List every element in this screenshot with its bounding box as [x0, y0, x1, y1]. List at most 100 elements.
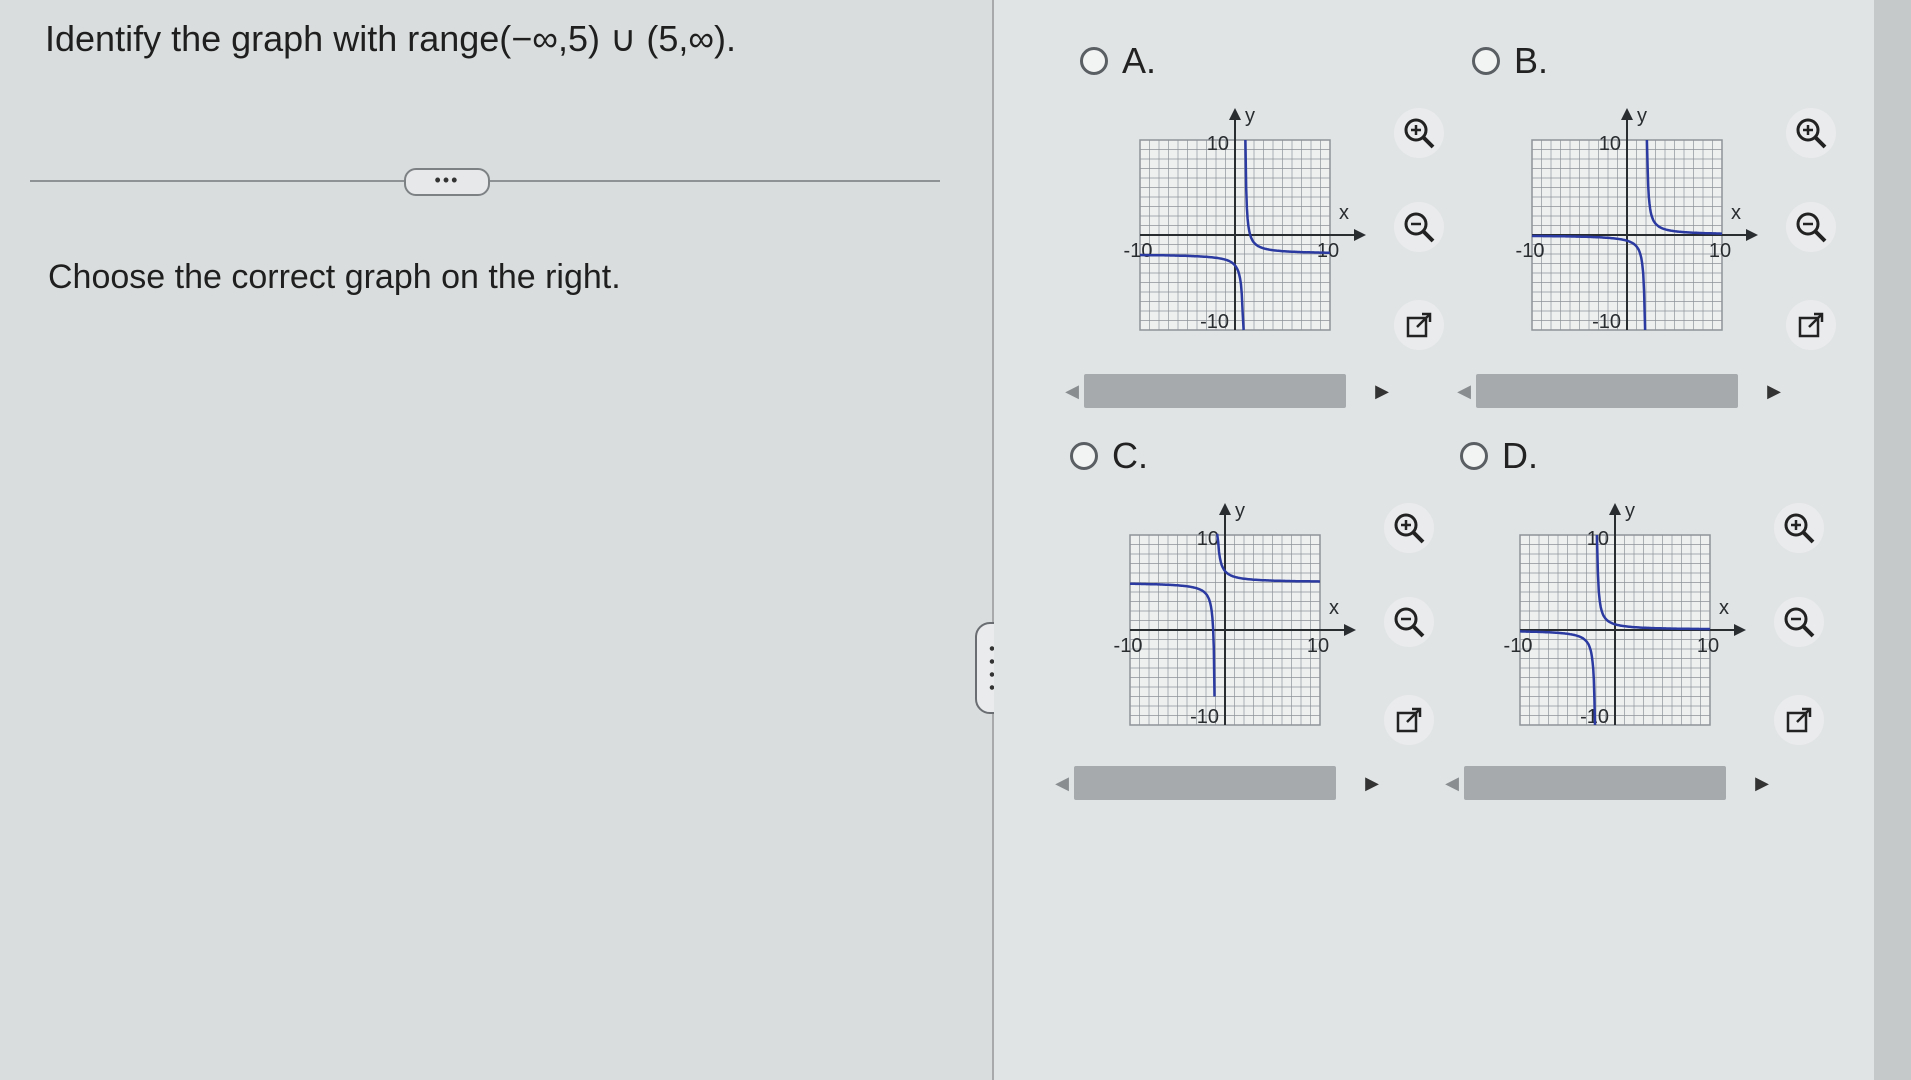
y-max-tick-label: 10: [1599, 133, 1621, 155]
zoom-out-icon: [1404, 212, 1435, 243]
scrollbar-d[interactable]: ◀ ▶: [1440, 765, 1774, 801]
option-c-label: C.: [1112, 435, 1148, 476]
graph-a: y x 10 -10 -10 10: [1110, 102, 1370, 352]
x-axis-arrow: [1354, 229, 1366, 241]
zoom-out-button-a[interactable]: [1394, 202, 1444, 252]
scroll-right-arrow-c[interactable]: ▶: [1360, 765, 1384, 801]
option-b-radio[interactable]: [1472, 47, 1500, 75]
y-axis-arrow: [1229, 108, 1241, 120]
scrollbar-c[interactable]: ◀ ▶: [1050, 765, 1384, 801]
graph-c-svg: yx10-10-10 10: [1114, 500, 1356, 728]
y-min-tick-label: -10: [1200, 311, 1229, 333]
option-a-label: A.: [1122, 40, 1157, 81]
scroll-right-arrow-a[interactable]: ▶: [1370, 373, 1394, 409]
answer-pane: A. y x 10 -10 -10 10 ◀ ▶ B. y x 10 -10 -10 10: [994, 0, 1874, 1080]
more-button[interactable]: •••: [404, 168, 490, 196]
question-pane: Identify the graph with range(−∞,5) ∪ (5…: [0, 0, 1000, 1080]
y-axis-arrow: [1609, 503, 1621, 515]
scroll-left-arrow-b[interactable]: ◀: [1452, 373, 1476, 409]
zoom-in-button-b[interactable]: [1786, 108, 1836, 158]
x-max-tick-label: 10: [1709, 240, 1731, 262]
popout-icon: [1406, 312, 1432, 338]
graph-b-svg: yx10-10-10 10: [1516, 105, 1758, 333]
zoom-in-icon: [1404, 118, 1435, 149]
x-axis-label: x: [1731, 202, 1741, 224]
option-d-label: D.: [1502, 435, 1538, 476]
option-d-radio[interactable]: [1460, 442, 1488, 470]
x-axis-arrow: [1344, 624, 1356, 636]
zoom-out-icon: [1394, 607, 1425, 638]
scroll-left-arrow-c[interactable]: ◀: [1050, 765, 1074, 801]
popout-button-b[interactable]: [1786, 300, 1836, 350]
x-max-tick-label: 10: [1317, 240, 1339, 262]
y-min-tick-label: -10: [1592, 311, 1621, 333]
zoom-out-button-d[interactable]: [1774, 597, 1824, 647]
graph-d: y x 10 -10 -10 10: [1490, 497, 1750, 747]
zoom-out-icon: [1784, 607, 1815, 638]
graph-c: y x 10 -10 -10 10: [1100, 497, 1360, 747]
y-max-tick-label: 10: [1197, 528, 1219, 550]
popout-icon: [1396, 707, 1422, 733]
x-axis-arrow: [1746, 229, 1758, 241]
option-a-radio[interactable]: [1080, 47, 1108, 75]
y-min-tick-label: -10: [1190, 706, 1219, 728]
scroll-left-arrow-d[interactable]: ◀: [1440, 765, 1464, 801]
scroll-right-arrow-b[interactable]: ▶: [1762, 373, 1786, 409]
x-max-tick-label: 10: [1697, 635, 1719, 657]
option-c-radio[interactable]: [1070, 442, 1098, 470]
popout-icon: [1786, 707, 1812, 733]
popout-button-c[interactable]: [1384, 695, 1434, 745]
x-max-tick-label: 10: [1307, 635, 1329, 657]
instruction-text: Choose the correct graph on the right.: [48, 258, 621, 296]
y-axis-label: y: [1625, 500, 1635, 522]
x-min-tick-label: -10: [1516, 240, 1545, 262]
scroll-track-d[interactable]: [1464, 766, 1726, 800]
y-max-tick-label: 10: [1207, 133, 1229, 155]
option-a-choice[interactable]: A.: [1080, 40, 1156, 82]
option-d: D. y x 10 -10 -10 10 ◀ ▶: [1444, 425, 1834, 825]
option-b-choice[interactable]: B.: [1472, 40, 1548, 82]
zoom-out-button-b[interactable]: [1786, 202, 1836, 252]
zoom-in-button-c[interactable]: [1384, 503, 1434, 553]
option-d-choice[interactable]: D.: [1460, 435, 1538, 477]
y-axis-arrow: [1621, 108, 1633, 120]
scroll-left-arrow-a[interactable]: ◀: [1060, 373, 1084, 409]
zoom-out-button-c[interactable]: [1384, 597, 1434, 647]
y-axis-arrow: [1219, 503, 1231, 515]
graph-b: y x 10 -10 -10 10: [1502, 102, 1762, 352]
option-b: B. y x 10 -10 -10 10 ◀ ▶: [1456, 30, 1846, 430]
zoom-in-button-d[interactable]: [1774, 503, 1824, 553]
x-min-tick-label: -10: [1114, 635, 1143, 657]
zoom-in-icon: [1394, 513, 1425, 544]
y-axis-label: y: [1245, 105, 1255, 127]
x-min-tick-label: -10: [1124, 240, 1153, 262]
scroll-track-a[interactable]: [1084, 374, 1346, 408]
zoom-in-icon: [1784, 513, 1815, 544]
zoom-in-icon: [1796, 118, 1827, 149]
popout-button-d[interactable]: [1774, 695, 1824, 745]
window-edge: [1874, 0, 1911, 1080]
scroll-track-c[interactable]: [1074, 766, 1336, 800]
x-axis-arrow: [1734, 624, 1746, 636]
scroll-right-arrow-d[interactable]: ▶: [1750, 765, 1774, 801]
scrollbar-b[interactable]: ◀ ▶: [1452, 373, 1786, 409]
popout-icon: [1798, 312, 1824, 338]
scrollbar-a[interactable]: ◀ ▶: [1060, 373, 1394, 409]
x-axis-label: x: [1719, 597, 1729, 619]
graph-d-svg: yx10-10-10 10: [1504, 500, 1746, 728]
x-axis-label: x: [1329, 597, 1339, 619]
zoom-in-button-a[interactable]: [1394, 108, 1444, 158]
zoom-out-icon: [1796, 212, 1827, 243]
option-a: A. y x 10 -10 -10 10 ◀ ▶: [1064, 30, 1454, 430]
y-axis-label: y: [1235, 500, 1245, 522]
graph-a-svg: yx10-10-10 10: [1124, 105, 1366, 333]
x-axis-label: x: [1339, 202, 1349, 224]
option-c-choice[interactable]: C.: [1070, 435, 1148, 477]
option-b-label: B.: [1514, 40, 1549, 81]
question-text: Identify the graph with range(−∞,5) ∪ (5…: [45, 18, 736, 59]
option-c: C. y x 10 -10 -10 10 ◀ ▶: [1054, 425, 1444, 825]
popout-button-a[interactable]: [1394, 300, 1444, 350]
scroll-track-b[interactable]: [1476, 374, 1738, 408]
x-min-tick-label: -10: [1504, 635, 1533, 657]
y-axis-label: y: [1637, 105, 1647, 127]
